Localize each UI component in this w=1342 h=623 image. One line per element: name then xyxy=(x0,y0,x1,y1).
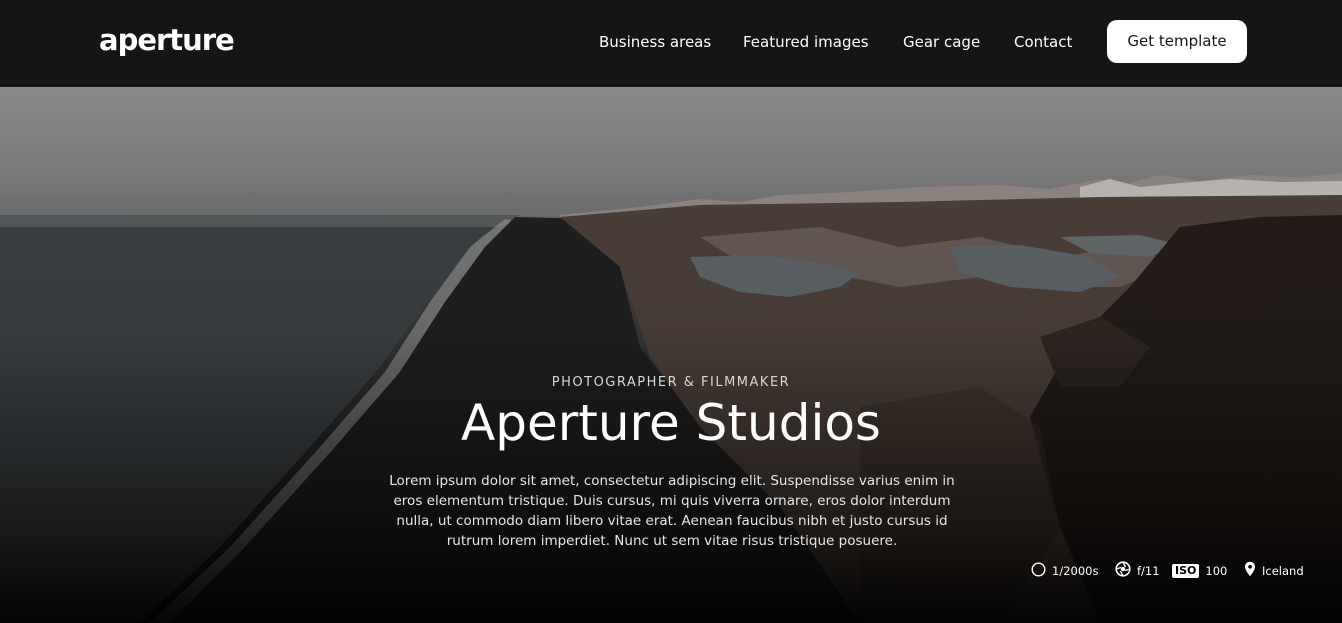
hero-eyebrow: PHOTOGRAPHER & FILMMAKER xyxy=(551,375,791,390)
spec-aperture-value: f/11 xyxy=(1137,564,1160,578)
spec-iso-value: 100 xyxy=(1205,564,1228,578)
hero-title: Aperture Studios xyxy=(461,394,881,452)
spec-shutter-value: 1/2000s xyxy=(1052,564,1099,578)
get-template-button[interactable]: Get template xyxy=(1107,20,1247,63)
iso-icon: ISO xyxy=(1172,564,1200,578)
spec-iso: ISO 100 xyxy=(1172,561,1227,581)
hero-description: Lorem ipsum dolor sit amet, consectetur … xyxy=(389,473,955,549)
top-navigation-bar: aperture Business areas Featured images … xyxy=(0,0,1342,87)
hero-section: PHOTOGRAPHER & FILMMAKER Aperture Studio… xyxy=(0,87,1342,623)
shutter-speed-icon xyxy=(1031,561,1046,581)
spec-aperture: f/11 xyxy=(1115,561,1160,581)
nav-link-featured-images[interactable]: Featured images xyxy=(743,31,869,53)
location-pin-icon xyxy=(1244,561,1256,581)
nav-link-gear-cage[interactable]: Gear cage xyxy=(903,31,980,53)
nav-link-contact[interactable]: Contact xyxy=(1014,31,1072,53)
spec-location-value: Iceland xyxy=(1262,564,1304,578)
spec-shutter: 1/2000s xyxy=(1031,561,1098,581)
nav-link-business-areas[interactable]: Business areas xyxy=(599,31,711,53)
logo[interactable]: aperture xyxy=(99,22,235,58)
aperture-icon xyxy=(1115,561,1131,581)
spec-location: Iceland xyxy=(1244,561,1304,581)
